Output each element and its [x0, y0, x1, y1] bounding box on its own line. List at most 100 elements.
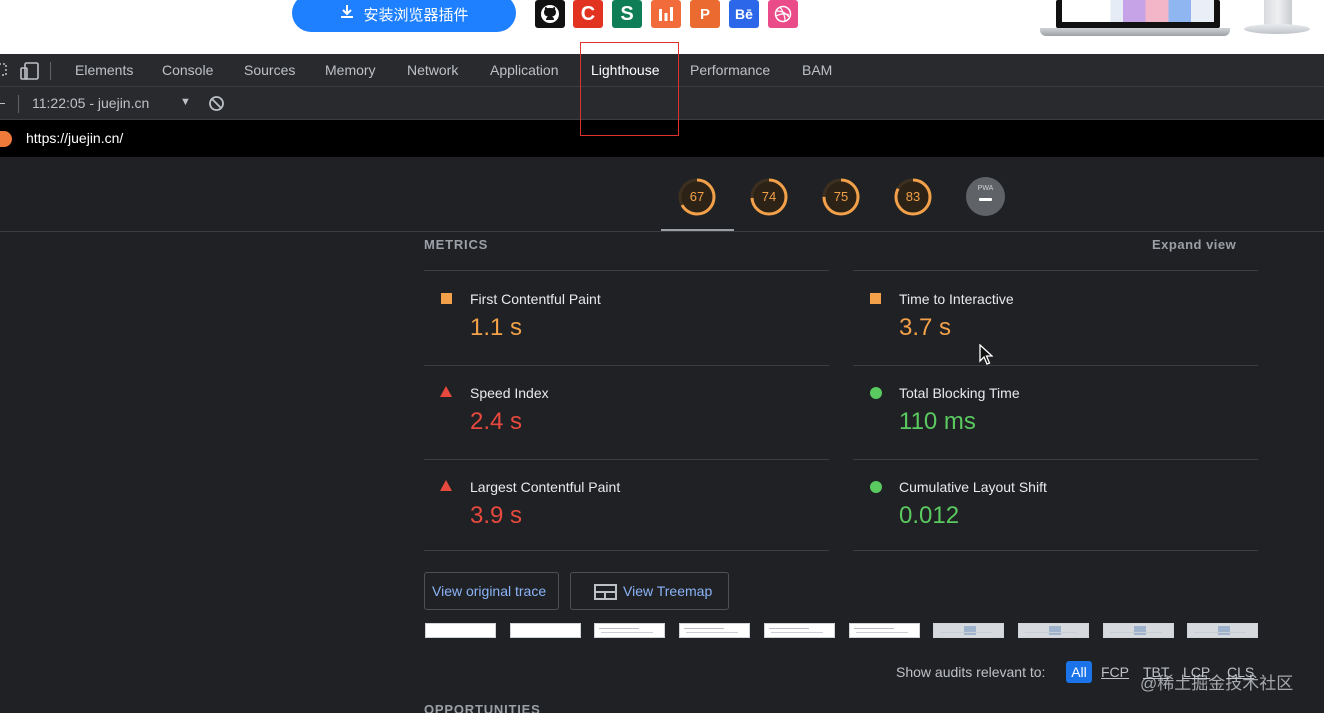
score-value: 74: [761, 189, 777, 204]
metric-label: Largest Contentful Paint: [470, 479, 621, 495]
metric-value: 3.7 s: [899, 314, 952, 341]
pwa-label: PWA: [977, 185, 994, 192]
filmstrip-frame: [849, 623, 920, 638]
csdn-icon[interactable]: C: [573, 0, 603, 28]
clear-icon[interactable]: [208, 95, 225, 117]
treemap-icon: [594, 584, 617, 600]
github-icon[interactable]: [535, 0, 565, 28]
tab-console[interactable]: Console: [162, 54, 213, 87]
filmstrip-frame: [764, 623, 835, 638]
producthunt-icon[interactable]: P: [690, 0, 720, 28]
filmstrip-frame: [594, 623, 665, 638]
score-value: 83: [905, 189, 921, 204]
average-square-icon: [870, 293, 881, 304]
metric-largest-contentful-paint: Largest Contentful Paint 3.9 s: [424, 459, 828, 553]
report-selector[interactable]: 11:22:05 - juejin.cn: [32, 87, 149, 120]
csdn-glyph: C: [580, 2, 596, 25]
dribbble-icon[interactable]: [768, 0, 798, 28]
behance-glyph: Bē: [735, 6, 753, 22]
segmentfault-glyph: S: [620, 2, 634, 25]
metric-label: Total Blocking Time: [899, 385, 1020, 401]
toolbar-separator: [50, 62, 51, 80]
monitor-illustration: [1244, 0, 1310, 36]
chart-icon[interactable]: [651, 0, 681, 28]
watermark: @稀土掘金技术社区: [1140, 674, 1294, 693]
metric-label: Cumulative Layout Shift: [899, 479, 1047, 495]
divider: [853, 550, 1258, 551]
tab-lighthouse[interactable]: Lighthouse: [591, 54, 660, 87]
opportunities-title: OPPORTUNITIES: [424, 702, 541, 713]
metric-value: 1.1 s: [470, 314, 523, 341]
report-url[interactable]: https://juejin.cn/: [26, 120, 123, 157]
score-gauge-seo[interactable]: 83: [893, 177, 933, 217]
segmentfault-icon[interactable]: S: [612, 0, 642, 28]
chevron-down-icon[interactable]: ▼: [180, 96, 191, 108]
metric-value: 0.012: [899, 502, 960, 529]
metric-label: Speed Index: [470, 385, 549, 401]
average-square-icon: [441, 293, 452, 304]
site-favicon: [0, 131, 12, 147]
fail-triangle-icon: [440, 480, 452, 491]
view-original-trace-button[interactable]: View original trace: [424, 572, 559, 610]
metric-time-to-interactive: Time to Interactive 3.7 s: [853, 271, 1257, 365]
metric-value: 2.4 s: [470, 408, 523, 435]
audits-filter-label: Show audits relevant to:: [896, 664, 1046, 680]
report-url-bar: https://juejin.cn/: [0, 120, 1324, 157]
inspect-element-icon[interactable]: [0, 62, 8, 83]
install-extension-button[interactable]: 安装浏览器插件: [292, 0, 516, 32]
metric-value: 110 ms: [899, 408, 976, 435]
fail-triangle-icon: [440, 386, 452, 397]
pass-circle-icon: [870, 481, 882, 493]
device-toolbar-icon[interactable]: [20, 62, 40, 85]
active-gauge-underline: [661, 229, 734, 231]
tab-network[interactable]: Network: [407, 54, 458, 87]
filmstrip-frame: [510, 623, 581, 638]
behance-icon[interactable]: Bē: [729, 0, 759, 28]
score-gauge-accessibility[interactable]: 74: [749, 177, 789, 217]
add-report-icon[interactable]: [0, 103, 5, 104]
filter-all-chip[interactable]: All: [1066, 661, 1092, 683]
pass-circle-icon: [870, 387, 882, 399]
filmstrip-frame: [679, 623, 750, 638]
toolbar-separator: [18, 95, 19, 113]
filmstrip-frame: [1187, 623, 1258, 638]
pwa-dash-icon: [979, 198, 992, 201]
filmstrip-frame: [933, 623, 1004, 638]
tab-application[interactable]: Application: [490, 54, 559, 87]
webpage-header: 安装浏览器插件 C S P Bē: [0, 0, 1324, 54]
expand-view-toggle[interactable]: Expand view: [1152, 237, 1236, 252]
filmstrip-frame: [1103, 623, 1174, 638]
devtools-tab-bar: Elements Console Sources Memory Network …: [0, 54, 1324, 87]
score-value: 75: [833, 189, 849, 204]
view-treemap-button[interactable]: View Treemap: [570, 572, 729, 610]
view-treemap-label: View Treemap: [623, 583, 713, 599]
page: 安装浏览器插件 C S P Bē Elements Console Source…: [0, 0, 1324, 713]
metric-total-blocking-time: Total Blocking Time 110 ms: [853, 365, 1257, 459]
divider: [424, 550, 829, 551]
metric-cumulative-layout-shift: Cumulative Layout Shift 0.012: [853, 459, 1257, 553]
download-icon: [339, 4, 355, 24]
score-gauge-best-practices[interactable]: 75: [821, 177, 861, 217]
score-gauges: 67 74 75 83 PWA: [0, 157, 1324, 232]
tab-performance[interactable]: Performance: [690, 54, 770, 87]
laptop-illustration: [1040, 0, 1230, 36]
tab-sources[interactable]: Sources: [244, 54, 295, 87]
tab-memory[interactable]: Memory: [325, 54, 376, 87]
filter-fcp-chip[interactable]: FCP: [1101, 664, 1129, 680]
metric-label: Time to Interactive: [899, 291, 1014, 307]
metric-speed-index: Speed Index 2.4 s: [424, 365, 828, 459]
filmstrip-frame: [425, 623, 496, 638]
producthunt-glyph: P: [699, 5, 710, 23]
lighthouse-toolbar: 11:22:05 - juejin.cn ▼: [0, 87, 1324, 120]
install-extension-label: 安装浏览器插件: [363, 6, 469, 24]
score-value: 67: [689, 189, 705, 204]
metric-label: First Contentful Paint: [470, 291, 601, 307]
metric-value: 3.9 s: [470, 502, 523, 529]
metrics-title: METRICS: [424, 237, 489, 252]
mouse-cursor-icon: [979, 343, 994, 371]
tab-elements[interactable]: Elements: [75, 54, 133, 87]
score-gauge-pwa[interactable]: PWA: [966, 177, 1005, 216]
tab-bam[interactable]: BAM: [802, 54, 832, 87]
filmstrip-frame: [1018, 623, 1089, 638]
score-gauge-performance[interactable]: 67: [677, 177, 717, 217]
